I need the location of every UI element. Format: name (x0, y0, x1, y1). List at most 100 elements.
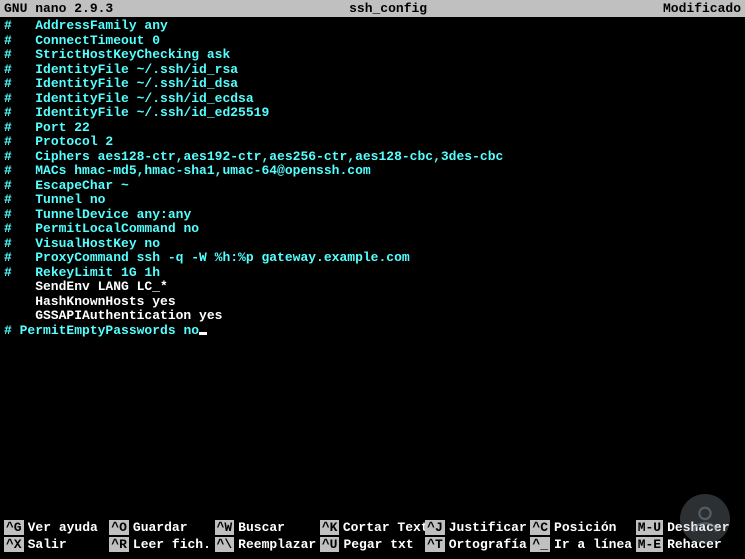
shortcut-key: ^U (320, 537, 340, 552)
editor-line[interactable]: # StrictHostKeyChecking ask (4, 48, 741, 63)
comment-hash: # (4, 120, 12, 135)
comment-hash: # (4, 163, 12, 178)
shortcut-label: Pegar txt (343, 537, 413, 552)
line-text: Ciphers aes128-ctr,aes192-ctr,aes256-ctr… (12, 149, 503, 164)
editor-line[interactable]: # Tunnel no (4, 193, 741, 208)
title-bar: GNU nano 2.9.3 ssh_config Modificado (0, 0, 745, 17)
line-text: GSSAPIAuthentication yes (4, 308, 222, 323)
shortcut-item[interactable]: ^KCortar Text (320, 519, 425, 536)
shortcut-key: ^\ (215, 537, 235, 552)
shortcut-item[interactable]: ^UPegar txt (320, 536, 425, 553)
shortcut-label: Salir (28, 537, 67, 552)
line-text: ProxyCommand ssh -q -W %h:%p gateway.exa… (12, 250, 410, 265)
comment-hash: # (4, 18, 12, 33)
shortcut-label: Guardar (133, 520, 188, 535)
shortcut-item[interactable]: ^WBuscar (215, 519, 320, 536)
line-text: IdentityFile ~/.ssh/id_dsa (12, 76, 238, 91)
comment-hash: # (4, 323, 12, 338)
shortcut-label: Ir a línea (554, 537, 632, 552)
shortcut-key: ^W (215, 520, 235, 535)
comment-hash: # (4, 265, 12, 280)
shortcut-label: Leer fich. (133, 537, 211, 552)
comment-hash: # (4, 178, 12, 193)
editor-line[interactable]: HashKnownHosts yes (4, 295, 741, 310)
editor-line[interactable]: # EscapeChar ~ (4, 179, 741, 194)
line-text: TunnelDevice any:any (12, 207, 191, 222)
shortcut-item[interactable]: ^XSalir (4, 536, 109, 553)
shortcut-item[interactable]: ^R Leer fich. (109, 536, 214, 553)
shortcut-key: ^O (109, 520, 129, 535)
comment-hash: # (4, 250, 12, 265)
editor-line[interactable]: # TunnelDevice any:any (4, 208, 741, 223)
shortcut-key: ^T (425, 537, 445, 552)
shortcut-key: ^G (4, 520, 24, 535)
modified-status: Modificado (663, 0, 741, 17)
comment-hash: # (4, 91, 12, 106)
comment-hash: # (4, 236, 12, 251)
line-text: AddressFamily any (12, 18, 168, 33)
shortcut-item[interactable]: M-UDeshacer (636, 519, 741, 536)
file-name: ssh_config (113, 0, 663, 17)
shortcut-item[interactable]: ^_Ir a línea (530, 536, 635, 553)
line-text: Protocol 2 (12, 134, 113, 149)
shortcut-label: Buscar (238, 520, 285, 535)
shortcut-key: ^J (425, 520, 445, 535)
shortcut-label: Ver ayuda (28, 520, 98, 535)
shortcut-label: Justificar (449, 520, 527, 535)
shortcut-key: M-U (636, 520, 663, 535)
editor-line[interactable]: # IdentityFile ~/.ssh/id_ecdsa (4, 92, 741, 107)
shortcut-item[interactable]: ^T Ortografía (425, 536, 530, 553)
line-text: IdentityFile ~/.ssh/id_ed25519 (12, 105, 269, 120)
shortcut-label: Rehacer (667, 537, 722, 552)
app-name: GNU nano 2.9.3 (4, 0, 113, 17)
shortcut-label: Posición (554, 520, 616, 535)
editor-line[interactable]: # ProxyCommand ssh -q -W %h:%p gateway.e… (4, 251, 741, 266)
editor-line[interactable]: SendEnv LANG LC_* (4, 280, 741, 295)
shortcut-item[interactable]: ^G Ver ayuda (4, 519, 109, 536)
shortcut-key: ^K (320, 520, 339, 535)
shortcut-item[interactable]: ^J Justificar (425, 519, 530, 536)
shortcut-label: Reemplazar (238, 537, 316, 552)
line-text: ConnectTimeout 0 (12, 33, 160, 48)
line-text: Tunnel no (12, 192, 106, 207)
comment-hash: # (4, 33, 12, 48)
shortcut-key: ^R (109, 537, 129, 552)
line-text: RekeyLimit 1G 1h (12, 265, 160, 280)
comment-hash: # (4, 47, 12, 62)
editor-line[interactable]: # IdentityFile ~/.ssh/id_rsa (4, 63, 741, 78)
editor-line[interactable]: # Port 22 (4, 121, 741, 136)
line-text: IdentityFile ~/.ssh/id_rsa (12, 62, 238, 77)
editor-area[interactable]: # AddressFamily any# ConnectTimeout 0# S… (0, 17, 745, 338)
comment-hash: # (4, 192, 12, 207)
shortcut-key: M-E (636, 537, 663, 552)
shortcut-item[interactable]: M-E Rehacer (636, 536, 741, 553)
comment-hash: # (4, 62, 12, 77)
line-text: VisualHostKey no (12, 236, 160, 251)
editor-line[interactable]: # IdentityFile ~/.ssh/id_dsa (4, 77, 741, 92)
shortcut-bar: ^GVer ayuda^OGuardar^WBuscar^KCortar Tex… (0, 519, 745, 553)
line-text: PermitLocalCommand no (12, 221, 199, 236)
editor-line[interactable]: # PermitEmptyPasswords no (4, 324, 741, 339)
line-text: MACs hmac-md5,hmac-sha1,umac-64@openssh.… (12, 163, 371, 178)
editor-line[interactable]: # MACs hmac-md5,hmac-sha1,umac-64@openss… (4, 164, 741, 179)
editor-line[interactable]: # ConnectTimeout 0 (4, 34, 741, 49)
editor-line[interactable]: # VisualHostKey no (4, 237, 741, 252)
editor-line[interactable]: GSSAPIAuthentication yes (4, 309, 741, 324)
shortcut-key: ^C (530, 520, 550, 535)
editor-line[interactable]: # PermitLocalCommand no (4, 222, 741, 237)
comment-hash: # (4, 76, 12, 91)
line-text: SendEnv LANG LC_* (4, 279, 168, 294)
editor-line[interactable]: # AddressFamily any (4, 19, 741, 34)
text-cursor (199, 332, 207, 335)
editor-line[interactable]: # RekeyLimit 1G 1h (4, 266, 741, 281)
shortcut-item[interactable]: ^O Guardar (109, 519, 214, 536)
comment-hash: # (4, 207, 12, 222)
editor-line[interactable]: # Protocol 2 (4, 135, 741, 150)
editor-line[interactable]: # Ciphers aes128-ctr,aes192-ctr,aes256-c… (4, 150, 741, 165)
shortcut-item[interactable]: ^C Posición (530, 519, 635, 536)
editor-line[interactable]: # IdentityFile ~/.ssh/id_ed25519 (4, 106, 741, 121)
line-text: PermitEmptyPasswords no (12, 323, 199, 338)
shortcut-label: Ortografía (449, 537, 527, 552)
shortcut-item[interactable]: ^\Reemplazar (215, 536, 320, 553)
comment-hash: # (4, 149, 12, 164)
